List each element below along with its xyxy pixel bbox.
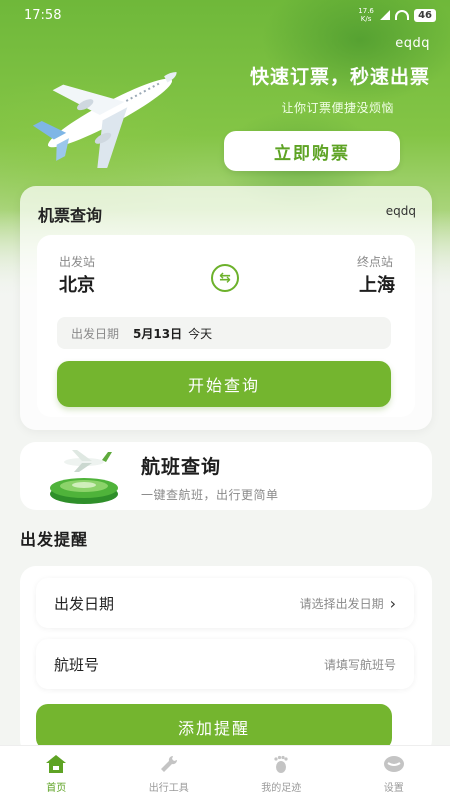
signal-icon [380,10,391,20]
tab-footprints-label: 我的足迹 [261,783,302,794]
tab-settings[interactable]: 设置 [349,752,439,794]
start-query-button[interactable]: 开始查询 [57,361,391,407]
reminder-date-label: 出发日期 [54,594,115,613]
add-reminder-button[interactable]: 添加提醒 [36,704,392,750]
reminder-date-value: 请选择出发日期 › [300,594,396,613]
tab-settings-label: 设置 [383,783,404,794]
ticket-query-card: 机票查询 eqdq 出发站 北京 ⇆ 终点站 上海 出发日期 5月13日 今天 … [20,186,432,430]
status-icons: 17.6 K/s 46 [357,7,436,23]
tab-home[interactable]: 首页 [11,752,101,794]
flight-query-card[interactable]: 航班查询 一键查航班，出行更简单 [20,442,432,510]
flight-platform-illustration [50,450,118,504]
swap-icon[interactable]: ⇆ [211,264,239,292]
reminder-date-placeholder: 请选择出发日期 [299,596,384,611]
reminder-section-title: 出发提醒 [20,530,89,549]
ticket-query-tag: eqdq [385,204,416,218]
date-today: 今天 [188,326,213,341]
airplane-illustration [32,71,177,168]
tab-travel-tools-label: 出行工具 [148,783,189,794]
flight-query-subtitle: 一键查航班，出行更简单 [141,488,279,502]
flight-query-title: 航班查询 [141,456,222,478]
date-label: 出发日期 [71,326,120,341]
ticket-query-title: 机票查询 [38,206,103,225]
chevron-right-icon: › [389,593,396,613]
wrench-icon [157,752,181,776]
settings-icon [382,752,406,776]
from-city[interactable]: 北京 [59,271,95,297]
net-speed: 17.6 K/s [358,7,374,23]
to-station-label: 终点站 [356,255,393,269]
status-time: 17:58 [24,7,62,23]
hero-slogan: 快速订票，秒速出票 [249,66,430,88]
status-bar: 17:58 17.6 K/s 46 [0,0,450,30]
from-station-label: 出发站 [59,255,96,269]
bottom-tab-bar: 首页 出行工具 我的足迹 设置 [0,745,450,800]
footprint-icon [269,752,293,776]
reminder-date-row[interactable]: 出发日期 请选择出发日期 › [36,578,414,628]
tab-home-label: 首页 [46,783,67,794]
tab-footprints[interactable]: 我的足迹 [236,752,326,794]
battery-icon: 46 [414,8,436,22]
departure-date-picker[interactable]: 出发日期 5月13日 今天 [57,317,391,349]
home-icon [44,752,68,776]
tab-travel-tools[interactable]: 出行工具 [124,752,214,794]
reminder-flight-input[interactable]: 请填写航班号 [324,656,396,673]
to-city[interactable]: 上海 [359,271,395,297]
date-value: 5月13日 [133,326,183,341]
reminder-flight-label: 航班号 [54,655,100,674]
wifi-icon [395,10,410,20]
buy-ticket-button[interactable]: 立即购票 [224,131,400,171]
brand-label: eqdq [395,36,430,51]
reminder-flight-row[interactable]: 航班号 请填写航班号 [36,639,414,689]
ticket-query-form: 出发站 北京 ⇆ 终点站 上海 出发日期 5月13日 今天 开始查询 [37,235,415,417]
hero-sub-slogan: 让你订票便捷没烦恼 [281,101,394,115]
